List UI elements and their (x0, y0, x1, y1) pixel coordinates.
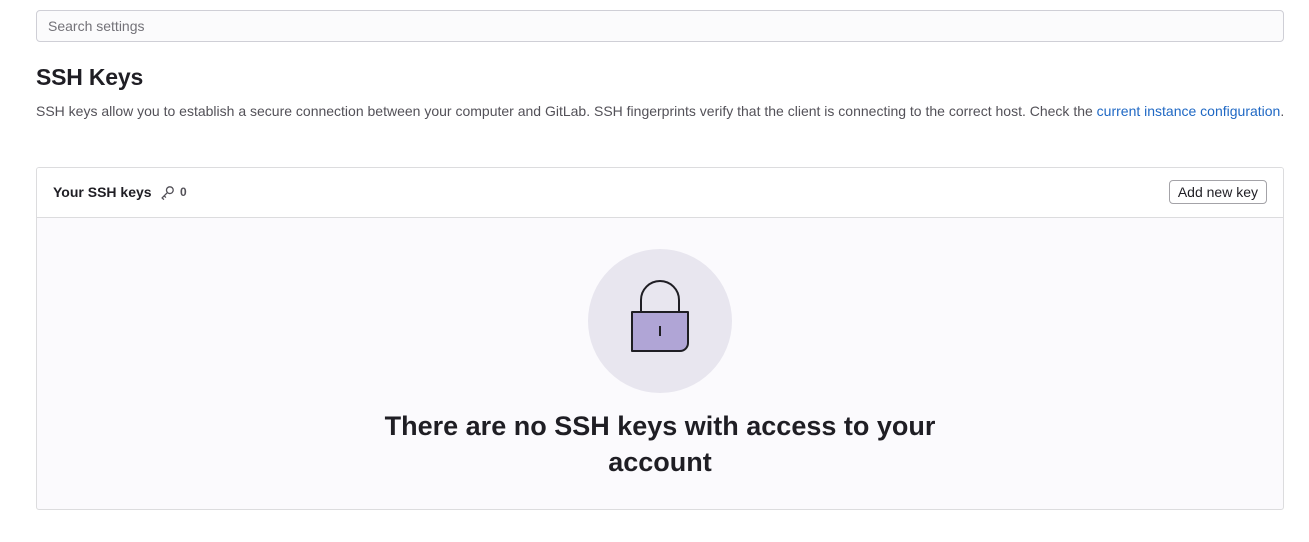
card-header: Your SSH keys 0 Add new key (37, 168, 1283, 218)
empty-state-title: There are no SSH keys with access to you… (384, 411, 936, 477)
ssh-keys-settings-page: SSH Keys SSH keys allow you to establish… (0, 0, 1309, 542)
add-new-key-button[interactable]: Add new key (1168, 180, 1267, 204)
key-icon (161, 185, 174, 200)
lock-illustration (588, 249, 732, 393)
ssh-keys-card: Your SSH keys 0 Add new key There are no… (36, 167, 1284, 510)
section-description: SSH keys allow you to establish a secure… (36, 101, 1286, 122)
current-instance-configuration-link[interactable]: current instance configuration (1097, 103, 1281, 119)
key-count-badge: 0 (160, 183, 187, 201)
lock-icon (631, 280, 689, 352)
card-title: Your SSH keys (53, 184, 152, 200)
description-end: . (1280, 103, 1285, 119)
section-title: SSH Keys (36, 64, 144, 90)
key-count: 0 (180, 185, 187, 199)
search-settings-input[interactable] (36, 10, 1284, 42)
description-text: SSH keys allow you to establish a secure… (36, 103, 1097, 119)
